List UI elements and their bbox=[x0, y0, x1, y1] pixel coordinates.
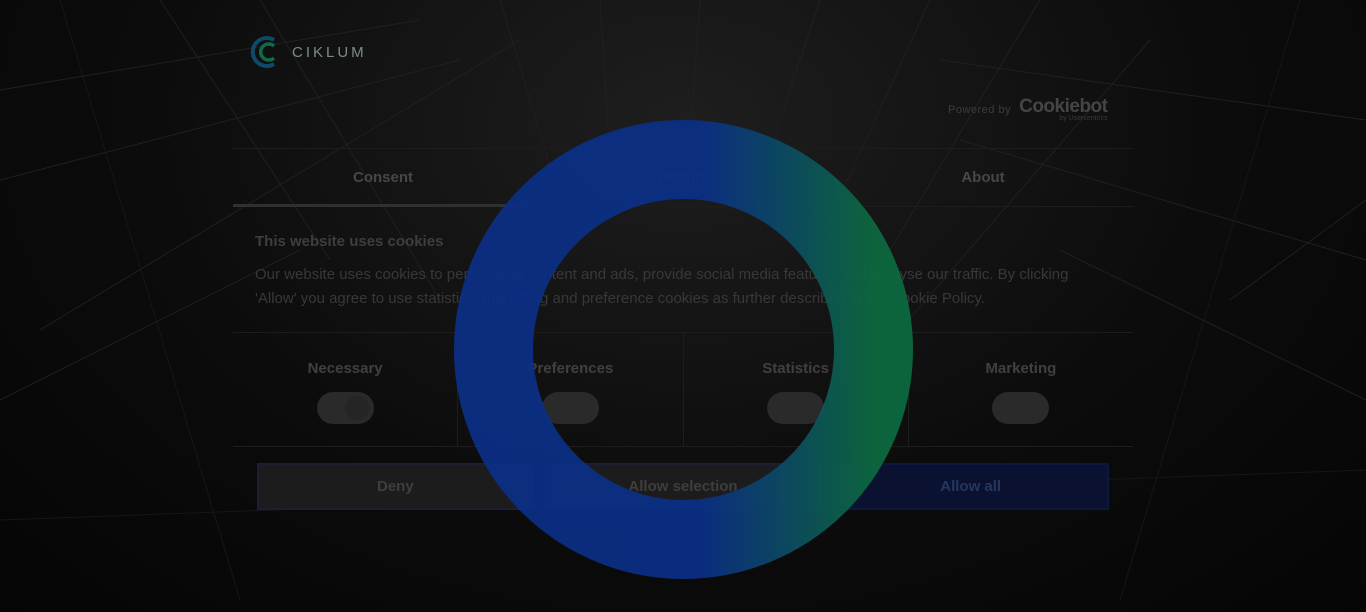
category-marketing: Marketing bbox=[909, 333, 1133, 446]
category-label: Marketing bbox=[985, 360, 1057, 377]
marketing-toggle[interactable] bbox=[992, 392, 1050, 424]
powered-by-cookiebot[interactable]: Powered by Cookiebot by Usercentrics bbox=[948, 96, 1108, 122]
necessary-toggle[interactable] bbox=[316, 392, 374, 424]
cookiebot-logo: Cookiebot by Usercentrics bbox=[1019, 96, 1108, 122]
loading-ring-icon bbox=[454, 120, 913, 579]
toggle-knob bbox=[344, 396, 369, 420]
powered-by-label: Powered by bbox=[948, 104, 1012, 116]
brand-name: CIKLUM bbox=[292, 43, 367, 61]
cookiebot-logo-text: Cookiebot bbox=[1019, 96, 1108, 117]
ciklum-c-logo-icon bbox=[250, 36, 276, 68]
category-necessary: Necessary bbox=[233, 333, 459, 446]
brand-logo[interactable]: CIKLUM bbox=[248, 34, 367, 70]
category-label: Necessary bbox=[307, 360, 383, 377]
